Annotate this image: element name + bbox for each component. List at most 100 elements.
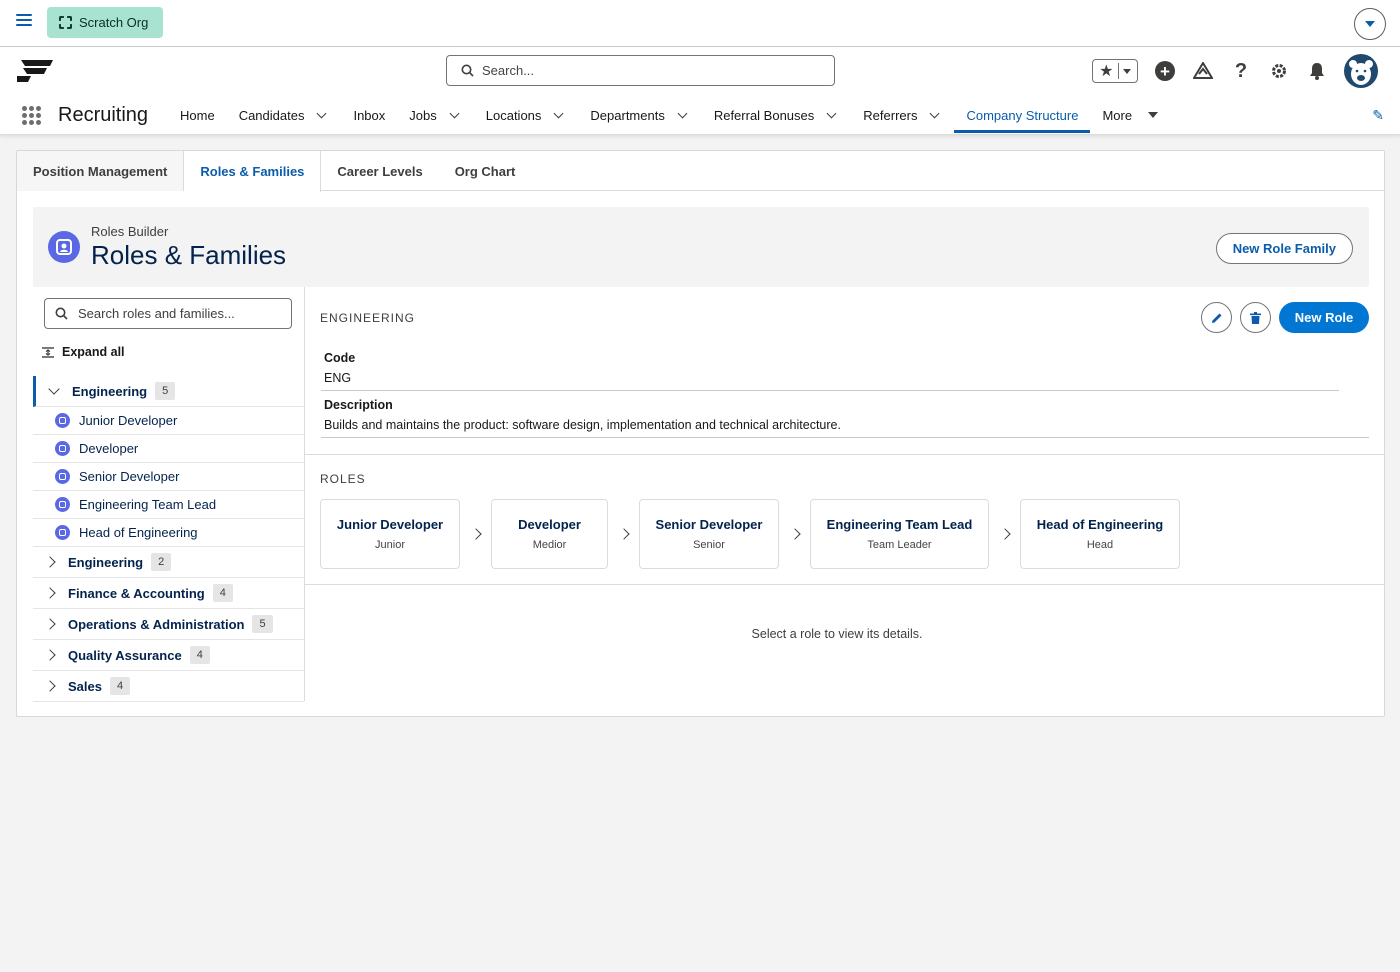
role-card[interactable]: Developer Medior [491,499,608,569]
chevron-down-icon[interactable] [826,108,837,118]
menu-icon[interactable] [16,14,32,30]
expand-all-button[interactable]: Expand all [42,345,125,359]
favorites-button[interactable]: ★ [1092,59,1138,83]
utility-bar: Scratch Org [0,0,1400,47]
page-subtitle: Roles Builder [91,224,169,239]
role-card-level: Medior [532,539,567,551]
tree-leaf-role[interactable]: Developer [33,435,304,463]
role-card-level: Team Leader [867,539,932,551]
role-card-level: Junior [375,539,405,551]
roles-heading: ROLES [320,472,366,486]
edit-nav-pencil-icon[interactable]: ✎ [1372,107,1384,124]
edit-family-button[interactable] [1201,302,1232,333]
section-divider [305,454,1385,455]
description-value: Builds and maintains the product: softwa… [324,418,841,432]
nav-item-referrers[interactable]: Referrers [851,95,954,135]
chevron-right-icon[interactable] [44,556,56,568]
tree-node-expanded[interactable]: Engineering 5 [33,376,304,407]
global-actions-button[interactable]: + [1154,60,1176,82]
org-badge-label: Scratch Org [79,15,149,30]
trailhead-icon[interactable] [1192,60,1214,82]
description-field: Description Builds and maintains the pro… [324,398,841,432]
role-card-name: Developer [518,517,581,532]
user-avatar[interactable] [1344,54,1378,88]
star-icon: ★ [1099,63,1114,80]
role-card-name: Junior Developer [336,517,444,532]
role-card-name: Engineering Team Lead [826,517,973,532]
tab-career-levels[interactable]: Career Levels [321,151,438,191]
nav-item-departments[interactable]: Departments [578,95,701,135]
help-icon[interactable]: ? [1230,60,1252,82]
tree-node-collapsed[interactable]: Operations & Administration 5 [33,609,304,640]
code-label: Code [324,351,356,365]
tree-node-collapsed[interactable]: Finance & Accounting 4 [33,578,304,609]
notifications-bell-icon[interactable] [1306,60,1328,82]
new-role-button[interactable]: New Role [1279,302,1369,333]
chevron-right-icon[interactable] [44,649,56,661]
nav-item-jobs[interactable]: Jobs [397,95,473,135]
chevron-down-icon [1365,21,1375,27]
chevron-down-icon[interactable] [930,108,940,118]
tree-search-placeholder: Search roles and families... [78,306,235,321]
tab-org-chart[interactable]: Org Chart [439,151,532,191]
setup-dropdown-button[interactable] [1354,8,1386,40]
new-role-family-button[interactable]: New Role Family [1215,233,1353,264]
tree-node-collapsed[interactable]: Sales 4 [33,671,304,702]
tree-leaf-label: Engineering Team Lead [79,497,217,512]
app-logo-icon[interactable] [17,60,53,82]
nav-item-inbox[interactable]: Inbox [341,95,397,135]
role-card[interactable]: Engineering Team Lead Team Leader [810,499,989,569]
role-icon [55,525,70,540]
description-label: Description [324,398,393,412]
nav-item-label: Departments [590,107,665,123]
count-badge: 4 [212,584,233,602]
tab-position-management[interactable]: Position Management [17,151,185,191]
role-card[interactable]: Senior Developer Senior [639,499,779,569]
chevron-down-icon[interactable] [553,108,564,118]
chevron-down-icon[interactable] [317,108,327,118]
nav-item-locations[interactable]: Locations [474,95,579,135]
nav-item-home[interactable]: Home [168,95,227,135]
nav-item-label: Referrers [863,107,918,123]
tab-roles-families[interactable]: Roles & Families [184,151,322,192]
chevron-right-icon [460,528,491,540]
chevron-down-icon[interactable] [677,108,688,118]
scratch-org-badge[interactable]: Scratch Org [47,7,163,38]
tree-node-collapsed[interactable]: Quality Assurance 4 [33,640,304,671]
chevron-down-icon[interactable] [449,108,460,118]
chevron-down-icon[interactable] [48,383,60,395]
global-search-placeholder: Search... [482,63,535,78]
tree-node-label: Engineering [72,383,148,399]
chevron-right-icon[interactable] [44,618,56,630]
nav-item-referral-bonuses[interactable]: Referral Bonuses [702,95,851,135]
nav-item-candidates[interactable]: Candidates [227,95,342,135]
nav-item-more[interactable]: More [1090,95,1170,135]
delete-family-button[interactable] [1240,302,1271,333]
role-icon [55,469,70,484]
role-card[interactable]: Head of Engineering Head [1020,499,1180,569]
chevron-down-icon[interactable] [1148,112,1159,118]
role-card-level: Head [1086,539,1114,551]
tree-leaf-label: Senior Developer [79,469,180,484]
tree-node-collapsed[interactable]: Engineering 2 [33,547,304,578]
tree-leaf-role[interactable]: Junior Developer [33,407,304,435]
search-icon [55,307,68,320]
tree-leaf-role[interactable]: Senior Developer [33,463,304,491]
tab-bar: Position Management Roles & Families Car… [17,151,1384,192]
app-launcher-icon[interactable] [22,106,41,125]
nav-item-label: Inbox [353,107,386,123]
tree-leaf-role[interactable]: Engineering Team Lead [33,491,304,519]
role-ladder: Junior Developer Junior Developer Medior Sen… [320,499,1180,569]
chevron-right-icon[interactable] [44,587,56,599]
global-search-input[interactable]: Search... [446,55,835,86]
role-card[interactable]: Junior Developer Junior [320,499,460,569]
family-heading: ENGINEERING [320,311,416,325]
dashed-square-icon [59,16,72,29]
chevron-right-icon[interactable] [44,680,56,692]
nav-item-company-structure[interactable]: Company Structure [954,95,1091,135]
tree-leaf-role[interactable]: Head of Engineering [33,519,304,547]
app-nav-bar: Recruiting Home Candidates Inbox Jobs Locati… [0,95,1400,135]
tree-search-input[interactable]: Search roles and families... [44,298,292,329]
gear-icon[interactable] [1268,60,1290,82]
count-badge: 5 [252,615,273,633]
